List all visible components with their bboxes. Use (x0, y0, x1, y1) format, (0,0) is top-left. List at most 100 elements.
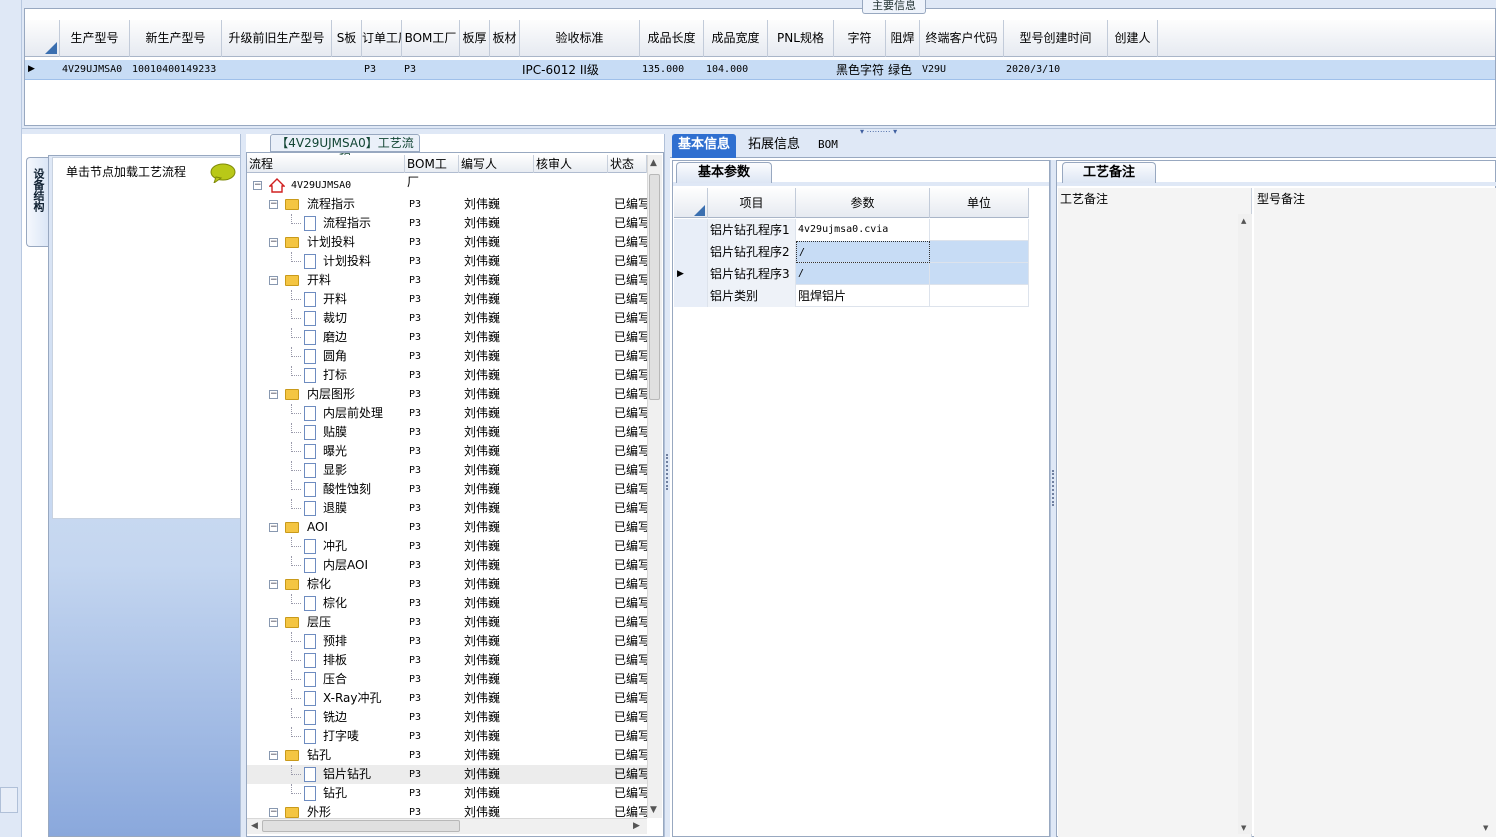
param-col-item[interactable]: 项目 (708, 188, 796, 218)
tree-col-header[interactable]: 核审人 (534, 155, 608, 173)
tree-item-row[interactable]: 冲孔 P3 刘伟巍 已编写 (247, 537, 647, 556)
main-col-header[interactable]: 终端客户代码 (920, 20, 1004, 57)
tree-folder-row[interactable]: − 开料 P3 刘伟巍 已编写 (247, 271, 647, 290)
process-tree-title[interactable]: 【4V29UJMSA0】工艺流程 (270, 134, 420, 166)
tree-item-row[interactable]: 圆角 P3 刘伟巍 已编写 (247, 347, 647, 366)
collapse-icon[interactable]: − (269, 390, 278, 399)
tree-item-row[interactable]: 曝光 P3 刘伟巍 已编写 (247, 442, 647, 461)
tree-col-header[interactable]: 编写人 (459, 155, 534, 173)
tree-folder-row[interactable]: − 流程指示 P3 刘伟巍 已编写 (247, 195, 647, 214)
param-row[interactable]: 铝片类别 阻焊铝片 (674, 285, 1029, 307)
main-col-header[interactable]: BOM工厂 (402, 20, 460, 57)
collapse-icon[interactable]: − (269, 523, 278, 532)
param-value[interactable]: / (796, 241, 930, 263)
tree-item-row[interactable]: 棕化 P3 刘伟巍 已编写 (247, 594, 647, 613)
scroll-left-icon[interactable]: ◀ (251, 821, 258, 831)
tree-item-row[interactable]: 流程指示 P3 刘伟巍 已编写 (247, 214, 647, 233)
tree-item-row[interactable]: 预排 P3 刘伟巍 已编写 (247, 632, 647, 651)
main-col-header[interactable]: 新生产型号 (130, 20, 222, 57)
tree-item-row[interactable]: 铝片钻孔 P3 刘伟巍 已编写 (247, 765, 647, 784)
grid-corner[interactable] (25, 20, 60, 57)
main-cell[interactable]: IPC-6012 II级 (520, 60, 640, 80)
tree-info-splitter[interactable] (664, 134, 670, 837)
main-col-header[interactable]: 成品长度 (640, 20, 704, 57)
main-col-header[interactable]: 成品宽度 (704, 20, 768, 57)
tree-item-row[interactable]: 退膜 P3 刘伟巍 已编写 (247, 499, 647, 518)
tab-bom[interactable]: BOM (812, 134, 844, 158)
main-col-header[interactable]: 创建人 (1108, 20, 1158, 57)
param-value[interactable]: 阻焊铝片 (796, 285, 930, 307)
param-value[interactable]: 4v29ujmsa0.cvia (796, 219, 930, 241)
tree-folder-row[interactable]: − 内层图形 P3 刘伟巍 已编写 (247, 385, 647, 404)
tree-item-row[interactable]: 内层前处理 P3 刘伟巍 已编写 (247, 404, 647, 423)
param-unit[interactable] (930, 219, 1029, 241)
craft-note-scrollbar[interactable] (1238, 214, 1252, 834)
tree-col-header[interactable]: 流程 (247, 155, 405, 173)
main-cell[interactable]: P3 (402, 60, 460, 80)
tree-item-row[interactable]: 贴膜 P3 刘伟巍 已编写 (247, 423, 647, 442)
tree-item-row[interactable]: 开料 P3 刘伟巍 已编写 (247, 290, 647, 309)
collapse-icon[interactable]: − (253, 181, 262, 190)
param-unit[interactable] (930, 263, 1029, 285)
param-row[interactable]: 铝片钻孔程序1 4v29ujmsa0.cvia (674, 219, 1029, 241)
tree-vertical-scroll-thumb[interactable] (649, 174, 660, 400)
tree-item-row[interactable]: 钻孔 P3 刘伟巍 已编写 (247, 784, 647, 803)
tree-folder-row[interactable]: − AOI P3 刘伟巍 已编写 (247, 518, 647, 537)
tree-item-row[interactable]: 显影 P3 刘伟巍 已编写 (247, 461, 647, 480)
row-selector[interactable] (674, 241, 708, 263)
main-col-header[interactable]: 板材 (490, 20, 520, 57)
collapse-icon[interactable]: − (269, 580, 278, 589)
tree-horizontal-scroll-thumb[interactable] (262, 820, 460, 832)
row-selector[interactable] (674, 219, 708, 241)
tree-folder-row[interactable]: − 钻孔 P3 刘伟巍 已编写 (247, 746, 647, 765)
tree-col-header[interactable]: BOM工厂 (405, 155, 459, 189)
tree-item-row[interactable]: 铣边 P3 刘伟巍 已编写 (247, 708, 647, 727)
tree-folder-row[interactable]: − 计划投料 P3 刘伟巍 已编写 (247, 233, 647, 252)
param-col-unit[interactable]: 单位 (930, 188, 1029, 218)
tab-basic-info[interactable]: 基本信息 (672, 134, 737, 158)
main-col-header[interactable]: 生产型号 (60, 20, 130, 57)
main-col-header[interactable]: 订单工厂 (362, 20, 402, 57)
main-cell[interactable]: 10010400149233 (130, 60, 222, 80)
main-col-header[interactable]: 阻焊 (886, 20, 920, 57)
param-unit[interactable] (930, 285, 1029, 307)
main-cell[interactable]: V29U (920, 60, 1004, 80)
collapse-icon[interactable]: − (269, 238, 278, 247)
main-col-header[interactable]: 验收标准 (520, 20, 640, 57)
tree-item-row[interactable]: 排板 P3 刘伟巍 已编写 (247, 651, 647, 670)
scroll-down-icon[interactable]: ▼ (650, 805, 657, 815)
tree-item-row[interactable]: 裁切 P3 刘伟巍 已编写 (247, 309, 647, 328)
scroll-down-icon[interactable]: ▼ (1483, 824, 1488, 832)
main-col-header[interactable]: 型号创建时间 (1004, 20, 1108, 57)
main-cell[interactable]: 104.000 (704, 60, 768, 80)
param-value[interactable]: / (796, 263, 930, 285)
main-col-header[interactable]: 升级前旧生产型号 (222, 20, 332, 57)
craft-notes-tab[interactable]: 工艺备注 (1062, 162, 1156, 183)
param-col-value[interactable]: 参数 (796, 188, 930, 218)
tree-folder-row[interactable]: − 层压 P3 刘伟巍 已编写 (247, 613, 647, 632)
collapse-icon[interactable]: − (269, 751, 278, 760)
tree-item-row[interactable]: X-Ray冲孔 P3 刘伟巍 已编写 (247, 689, 647, 708)
main-col-header[interactable]: S板 (332, 20, 362, 57)
main-cell[interactable]: 黑色字符 (834, 60, 886, 80)
tree-root-row[interactable]: − 4V29UJMSA0 (247, 176, 647, 195)
main-cell[interactable]: 2020/3/10 (1004, 60, 1108, 80)
row-selector[interactable] (674, 285, 708, 307)
main-col-header[interactable]: 板厚 (460, 20, 490, 57)
tree-col-header[interactable]: 状态 (608, 155, 647, 173)
model-note-area[interactable] (1254, 188, 1496, 837)
collapse-icon[interactable]: − (269, 808, 278, 817)
collapse-icon[interactable]: − (269, 276, 278, 285)
main-cell[interactable]: 135.000 (640, 60, 704, 80)
tree-item-row[interactable]: 打字唛 P3 刘伟巍 已编写 (247, 727, 647, 746)
collapse-icon[interactable]: − (269, 200, 278, 209)
row-selector[interactable]: ▶ (674, 263, 708, 285)
main-cell[interactable]: P3 (362, 60, 402, 80)
craft-note-area[interactable] (1058, 188, 1252, 837)
device-structure-list[interactable] (52, 157, 241, 519)
param-unit[interactable] (930, 241, 1029, 263)
param-row[interactable]: 铝片钻孔程序2/ (674, 241, 1029, 263)
tree-item-row[interactable]: 计划投料 P3 刘伟巍 已编写 (247, 252, 647, 271)
tree-item-row[interactable]: 压合 P3 刘伟巍 已编写 (247, 670, 647, 689)
tree-folder-row[interactable]: − 棕化 P3 刘伟巍 已编写 (247, 575, 647, 594)
